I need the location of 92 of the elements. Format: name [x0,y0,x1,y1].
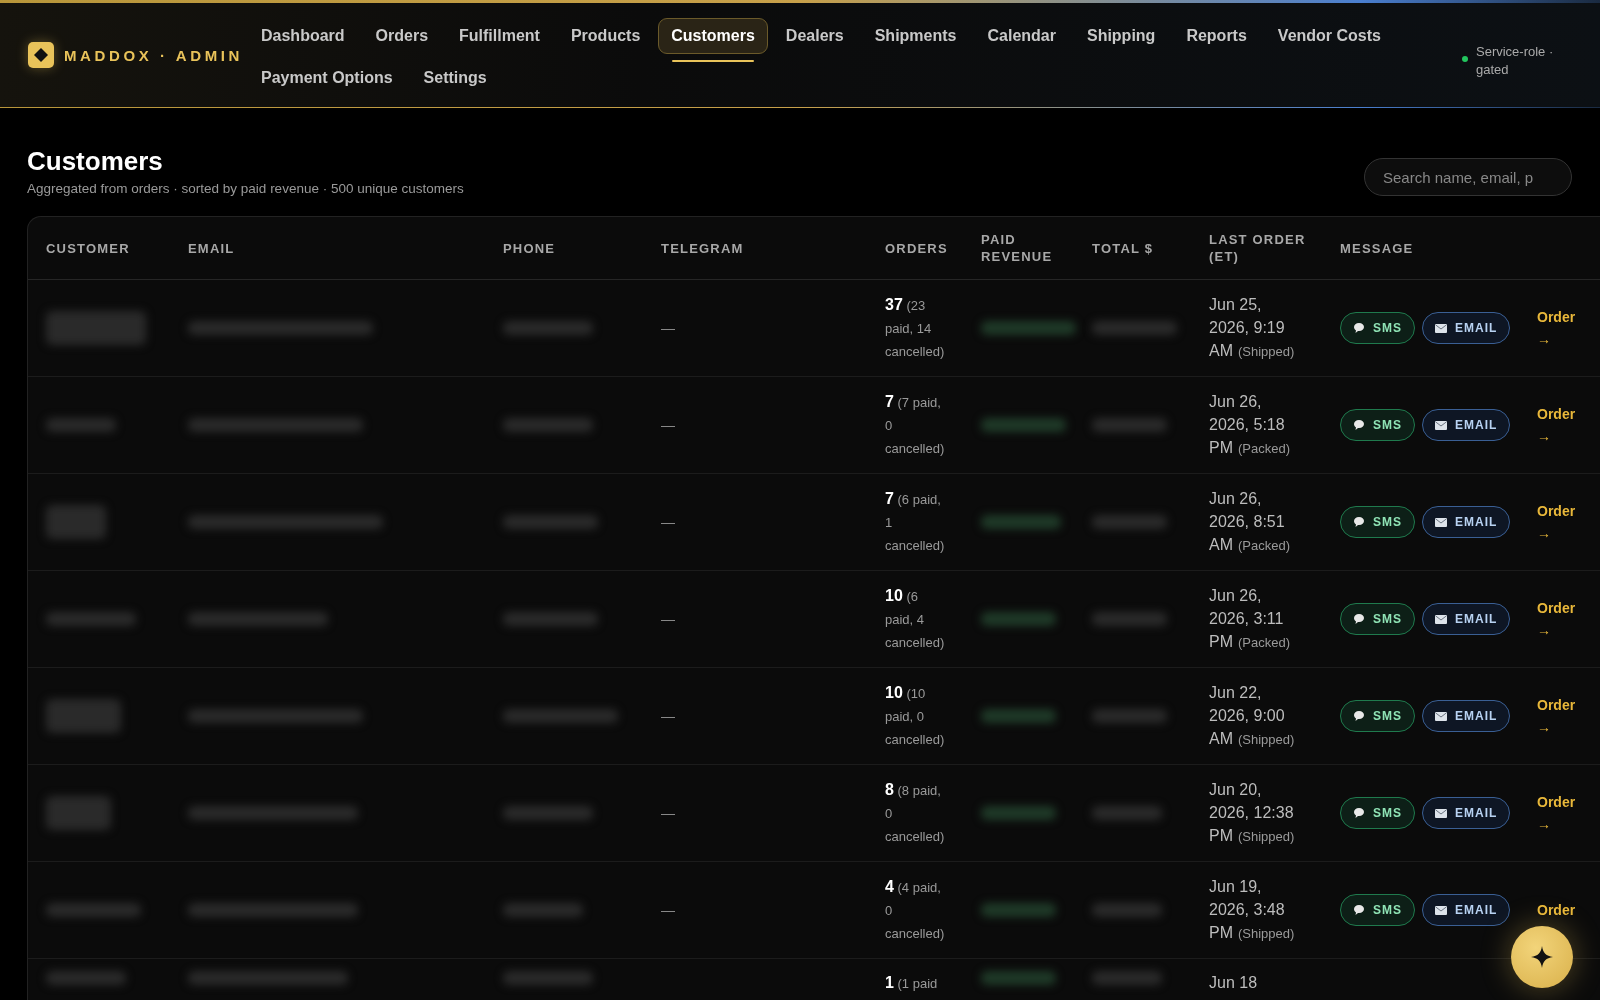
chat-bubble-icon [1353,613,1365,625]
nav-tab[interactable]: Shipments [861,18,970,54]
nav-tab[interactable]: Calendar [974,18,1069,54]
brand-name: MADDOX · ADMIN [64,46,243,64]
sms-button[interactable]: SMS [1340,312,1415,344]
page-title: Customers [27,146,164,177]
orders-count: 7 (6 paid, 1 cancelled) [885,489,946,555]
order-link[interactable]: Order → [1537,500,1576,544]
nav-tab[interactable]: Shipping [1073,18,1169,54]
orders-count: 1 (1 paid [885,973,939,993]
nav-tab[interactable]: Settings [410,60,500,96]
column-header: TELEGRAM [661,239,745,257]
envelope-icon [1435,711,1447,721]
table-cell: — [661,902,675,918]
column-header: PAID REVENUE [981,231,1054,265]
blurred-text [46,418,116,432]
table-cell: — [661,708,675,724]
nav-tab[interactable]: Dealers [772,18,857,54]
envelope-icon [1435,808,1447,818]
nav-tab[interactable]: Products [557,18,654,54]
email-button[interactable]: EMAIL [1422,894,1511,926]
blurred-text [46,796,111,830]
last-order-date: Jun 26, 2026, 5:18 PM (Packed) [1209,392,1292,458]
orders-count: 4 (4 paid, 0 cancelled) [885,877,946,943]
orders-count: 7 (7 paid, 0 cancelled) [885,392,946,458]
email-button[interactable]: EMAIL [1422,603,1511,635]
envelope-icon [1435,517,1447,527]
search-field[interactable]: Search name, email, p [1364,158,1572,196]
order-link[interactable]: Order → [1537,306,1576,350]
diamond-logo-icon [28,42,54,68]
orders-count: 8 (8 paid, 0 cancelled) [885,780,946,846]
orders-count: 37 (23 paid, 14 cancelled) [885,295,946,361]
chat-bubble-icon [1353,419,1365,431]
blurred-text [1092,903,1162,917]
table-cell: — [661,417,675,433]
nav-tab[interactable]: Dashboard [248,18,358,54]
table-cell: — [661,320,675,336]
last-order-date: Jun 20, 2026, 12:38 PM (Shipped) [1209,780,1296,846]
blurred-text [1092,971,1162,985]
last-order-date: Jun 22, 2026, 9:00 AM (Shipped) [1209,683,1296,749]
order-link[interactable]: Order [1537,899,1576,921]
order-link[interactable]: Order → [1537,403,1576,447]
blurred-text [46,505,106,539]
last-order-date: Jun 19, 2026, 3:48 PM (Shipped) [1209,877,1296,943]
table-cell: — [661,805,675,821]
sms-button[interactable]: SMS [1340,603,1415,635]
column-header: PHONE [503,239,557,257]
nav-tab[interactable]: Fulfillment [446,18,553,54]
order-link[interactable]: Order → [1537,694,1576,738]
column-header: EMAIL [188,239,236,257]
column-header: MESSAGE [1340,239,1415,257]
email-button[interactable]: EMAIL [1422,700,1511,732]
sms-button[interactable]: SMS [1340,700,1415,732]
orders-count: 10 (6 paid, 4 cancelled) [885,586,946,652]
chat-bubble-icon [1353,710,1365,722]
sparkle-icon [1531,946,1553,968]
chat-bubble-icon [1353,322,1365,334]
sms-button[interactable]: SMS [1340,797,1415,829]
nav-tab[interactable]: Payment Options [248,60,406,96]
column-header: ORDERS [885,239,949,257]
chat-bubble-icon [1353,904,1365,916]
last-order-date: Jun 26, 2026, 8:51 AM (Packed) [1209,489,1292,555]
nav-tab[interactable]: Vendor Costs [1264,18,1394,54]
sms-button[interactable]: SMS [1340,409,1415,441]
email-button[interactable]: EMAIL [1422,312,1511,344]
column-header: LAST ORDER (ET) [1209,231,1307,265]
last-order-date: Jun 18 [1209,973,1259,993]
envelope-icon [1435,323,1447,333]
table-cell: — [661,514,675,530]
table-cell: — [661,611,675,627]
sms-button[interactable]: SMS [1340,894,1415,926]
column-header: TOTAL $ [1092,239,1155,257]
email-button[interactable]: EMAIL [1422,409,1511,441]
envelope-icon [1435,905,1447,915]
last-order-date: Jun 26, 2026, 3:11 PM (Packed) [1209,586,1292,652]
column-header: CUSTOMER [46,239,131,257]
blurred-text [1092,806,1162,820]
nav-tab[interactable]: Orders [362,18,442,54]
email-button[interactable]: EMAIL [1422,797,1511,829]
envelope-icon [1435,420,1447,430]
last-order-date: Jun 25, 2026, 9:19 AM (Shipped) [1209,295,1296,361]
orders-count: 10 (10 paid, 0 cancelled) [885,683,946,749]
chat-bubble-icon [1353,807,1365,819]
page-subtitle: Aggregated from orders · sorted by paid revenue · 500 unique customers [27,181,464,196]
email-button[interactable]: EMAIL [1422,506,1511,538]
order-link[interactable]: Order → [1537,791,1576,835]
chat-bubble-icon [1353,516,1365,528]
status-text: Service-role · gated [1476,43,1555,79]
nav-tab[interactable]: Reports [1173,18,1260,54]
envelope-icon [1435,614,1447,624]
sms-button[interactable]: SMS [1340,506,1415,538]
order-link[interactable]: Order → [1537,597,1576,641]
